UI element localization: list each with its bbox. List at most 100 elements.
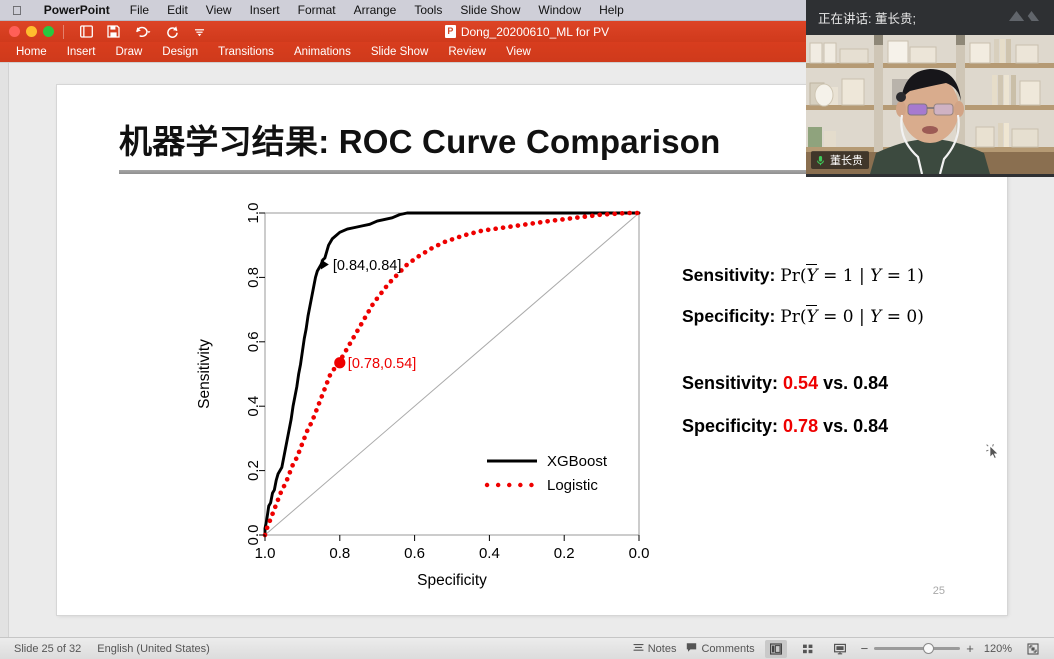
zoom-slider-knob[interactable]: [923, 643, 934, 654]
zoom-slider[interactable]: − +: [861, 642, 974, 655]
redo-icon[interactable]: [159, 25, 186, 38]
meeting-brand-icon: [1008, 7, 1042, 26]
svg-text:1.0: 1.0: [255, 545, 276, 562]
tab-animations[interactable]: Animations: [284, 46, 361, 58]
normal-view-icon[interactable]: [765, 640, 787, 658]
toolbar-divider: [63, 25, 64, 39]
svg-text:1.0: 1.0: [245, 203, 262, 223]
menu-item-insert[interactable]: Insert: [241, 3, 289, 17]
svg-text:0.8: 0.8: [329, 545, 350, 562]
fit-slide-icon[interactable]: [1022, 640, 1044, 658]
svg-text:0.2: 0.2: [554, 545, 575, 562]
svg-text:0.6: 0.6: [245, 331, 262, 352]
customize-toolbar-icon[interactable]: [186, 25, 213, 38]
annotation-label: [0.78,0.54]: [348, 356, 417, 372]
specificity-definition: Specificity: Pr(Y = 0 | Y = 0): [682, 306, 982, 327]
menu-item-slide-show[interactable]: Slide Show: [451, 3, 529, 17]
video-feed[interactable]: 董长贵: [806, 35, 1054, 174]
menu-item-tools[interactable]: Tools: [405, 3, 451, 17]
page-title: 机器学习结果: ROC Curve Comparison: [119, 115, 721, 163]
apple-icon[interactable]: : [0, 4, 33, 17]
specificity-result: Specificity: 0.78 vs. 0.84: [682, 416, 982, 437]
presenter-view-icon[interactable]: [829, 640, 851, 658]
tab-review[interactable]: Review: [438, 46, 496, 58]
specificity-result-label: Specificity:: [682, 416, 778, 436]
undo-icon[interactable]: [127, 25, 159, 38]
speaking-label: 正在讲话: 董长贵;: [818, 8, 916, 27]
panel-toggle-icon[interactable]: [73, 25, 100, 38]
svg-text:Sensitivity: Sensitivity: [196, 339, 213, 409]
language-indicator[interactable]: English (United States): [97, 643, 210, 655]
powerpoint-file-icon: [445, 25, 456, 38]
video-header: 正在讲话: 董长贵;: [806, 0, 1054, 35]
sensitivity-result-highlight: 0.54: [783, 373, 818, 393]
minimize-window-button[interactable]: [26, 26, 37, 37]
comments-button[interactable]: Comments: [686, 642, 754, 656]
svg-text:0.0: 0.0: [245, 525, 262, 546]
tab-slide-show[interactable]: Slide Show: [361, 46, 439, 58]
sensitivity-definition-label: Sensitivity:: [682, 265, 775, 285]
slide-sorter-icon[interactable]: [797, 640, 819, 658]
specificity-formula: Pr(Y = 0 | Y = 0): [780, 307, 924, 327]
definitions-panel: Sensitivity: Pr(Y = 1 | Y = 1) Specifici…: [682, 265, 982, 459]
specificity-definition-label: Specificity:: [682, 306, 775, 326]
specificity-result-highlight: 0.78: [783, 416, 818, 436]
menu-item-format[interactable]: Format: [289, 3, 345, 17]
sensitivity-definition: Sensitivity: Pr(Y = 1 | Y = 1): [682, 265, 982, 286]
sensitivity-result-rest: vs. 0.84: [823, 373, 888, 393]
annotation-label: [0.84,0.84]: [333, 258, 402, 274]
close-window-button[interactable]: [9, 26, 20, 37]
svg-text:Specificity: Specificity: [417, 572, 487, 589]
tab-insert[interactable]: Insert: [57, 46, 106, 58]
maximize-window-button[interactable]: [43, 26, 54, 37]
slide-indicator[interactable]: Slide 25 of 32: [14, 643, 81, 655]
sensitivity-result-label: Sensitivity:: [682, 373, 778, 393]
participant-name-tag: 董长贵: [811, 151, 869, 169]
menu-item-edit[interactable]: Edit: [158, 3, 197, 17]
menu-app-name[interactable]: PowerPoint: [33, 3, 121, 17]
tab-view[interactable]: View: [496, 46, 541, 58]
specificity-result-rest: vs. 0.84: [823, 416, 888, 436]
sensitivity-formula: Pr(Y = 1 | Y = 1): [780, 266, 924, 286]
menu-item-arrange[interactable]: Arrange: [345, 3, 406, 17]
tab-design[interactable]: Design: [152, 46, 208, 58]
menu-item-window[interactable]: Window: [529, 3, 590, 17]
y-bar-symbol: Y: [806, 307, 817, 327]
mouse-cursor: [985, 443, 1003, 461]
zoom-out-button[interactable]: −: [861, 642, 869, 655]
participant-name-label: 董长贵: [830, 152, 863, 168]
tab-transitions[interactable]: Transitions: [208, 46, 284, 58]
y-symbol: Y: [870, 307, 881, 327]
zoom-level-label[interactable]: 120%: [984, 643, 1012, 655]
menu-item-help[interactable]: Help: [590, 3, 633, 17]
roc-chart-svg: [0.84,0.84] [0.78,0.54] 0.0 0.2 0.4 0.6 0.8 1.…: [187, 203, 687, 593]
save-icon[interactable]: [100, 25, 127, 38]
svg-text:0.0: 0.0: [629, 545, 650, 562]
legend-label: XGBoost: [547, 453, 608, 470]
svg-text:0.8: 0.8: [245, 267, 262, 288]
sensitivity-result: Sensitivity: 0.54 vs. 0.84: [682, 373, 982, 394]
video-conference-panel[interactable]: 正在讲话: 董长贵;: [806, 0, 1054, 177]
slide-thumbnail-pane[interactable]: [0, 63, 9, 637]
notes-button[interactable]: Notes: [633, 642, 677, 656]
menu-item-view[interactable]: View: [197, 3, 241, 17]
document-title-text: Dong_20200610_ML for PV: [461, 25, 609, 39]
svg-text:0.6: 0.6: [404, 545, 425, 562]
y-bar-symbol: Y: [806, 266, 817, 286]
roc-curve-chart: [0.84,0.84] [0.78,0.54] 0.0 0.2 0.4 0.6 0.8 1.…: [187, 203, 687, 593]
zoom-slider-track[interactable]: [874, 647, 960, 650]
svg-text:0.4: 0.4: [479, 545, 500, 562]
notes-icon: [633, 642, 644, 656]
comment-icon: [686, 642, 697, 656]
tab-draw[interactable]: Draw: [105, 46, 152, 58]
legend-label: Logistic: [547, 477, 598, 494]
comments-label: Comments: [701, 643, 754, 655]
powerpoint-window:  PowerPoint File Edit View Insert Forma…: [0, 0, 1054, 659]
tab-home[interactable]: Home: [0, 46, 57, 58]
annotation-marker: [334, 357, 345, 368]
menu-item-file[interactable]: File: [121, 3, 158, 17]
zoom-in-button[interactable]: +: [966, 642, 974, 655]
microphone-icon: [815, 155, 826, 166]
slide-page-number: 25: [933, 585, 945, 597]
svg-text:0.2: 0.2: [245, 460, 262, 481]
